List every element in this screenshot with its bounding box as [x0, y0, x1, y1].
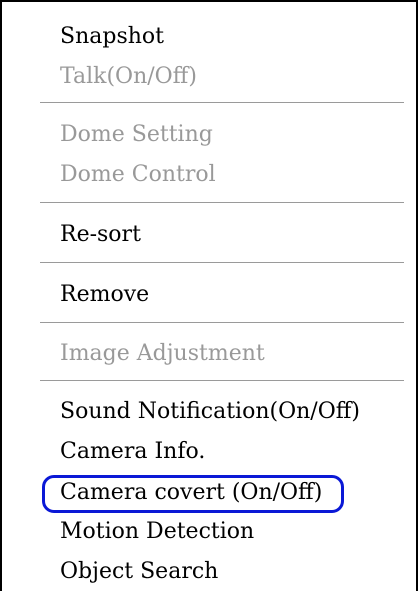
context-menu: Snapshot Talk(On/Off) Dome Setting Dome … — [0, 0, 418, 591]
menu-item-camera-info[interactable]: Camera Info. — [60, 438, 205, 466]
menu-item-dome-control: Dome Control — [60, 162, 216, 187]
menu-item-snapshot[interactable]: Snapshot — [60, 23, 164, 51]
menu-item-sound-notification[interactable]: Sound Notification(On/Off) — [60, 398, 360, 426]
menu-item-motion-detection[interactable]: Motion Detection — [60, 518, 254, 546]
menu-item-talk: Talk(On/Off) — [60, 64, 197, 89]
menu-separator — [40, 202, 404, 204]
menu-separator — [40, 322, 404, 324]
highlight-outline — [42, 475, 344, 513]
menu-item-remove[interactable]: Remove — [60, 281, 149, 309]
menu-separator — [40, 262, 404, 264]
menu-item-dome-setting: Dome Setting — [60, 122, 213, 147]
menu-item-image-adjustment: Image Adjustment — [60, 341, 265, 366]
menu-item-re-sort[interactable]: Re-sort — [60, 221, 141, 249]
menu-separator — [40, 102, 404, 104]
menu-item-object-search[interactable]: Object Search — [60, 558, 218, 586]
menu-separator — [40, 380, 404, 382]
